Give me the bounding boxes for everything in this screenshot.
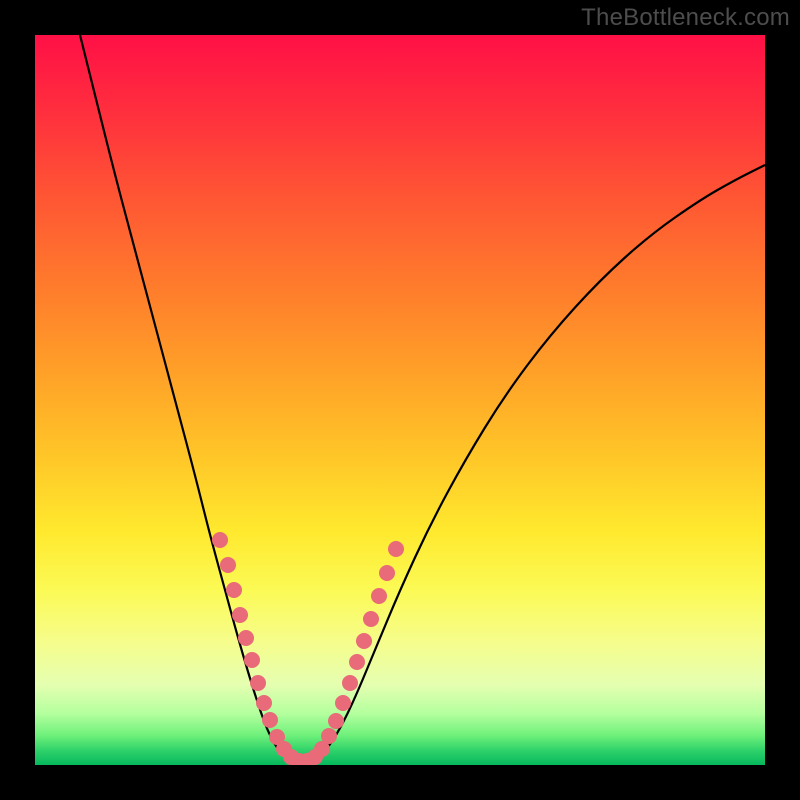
data-dot <box>356 633 372 649</box>
chart-svg <box>35 35 765 765</box>
data-dot <box>321 728 337 744</box>
data-dot <box>220 557 236 573</box>
data-dot <box>232 607 248 623</box>
data-dot <box>349 654 365 670</box>
data-dot <box>244 652 260 668</box>
data-dot <box>226 582 242 598</box>
data-dot <box>256 695 272 711</box>
plot-area <box>35 35 765 765</box>
data-dot <box>335 695 351 711</box>
bottleneck-curve <box>80 35 765 763</box>
data-dot <box>250 675 266 691</box>
data-dot <box>328 713 344 729</box>
data-dot <box>342 675 358 691</box>
data-dot <box>379 565 395 581</box>
watermark-text: TheBottleneck.com <box>581 4 790 32</box>
data-dot <box>388 541 404 557</box>
chart-frame: TheBottleneck.com <box>0 0 800 800</box>
data-dot <box>371 588 387 604</box>
data-dot <box>238 630 254 646</box>
data-dot <box>212 532 228 548</box>
data-dot <box>363 611 379 627</box>
data-dot <box>262 712 278 728</box>
